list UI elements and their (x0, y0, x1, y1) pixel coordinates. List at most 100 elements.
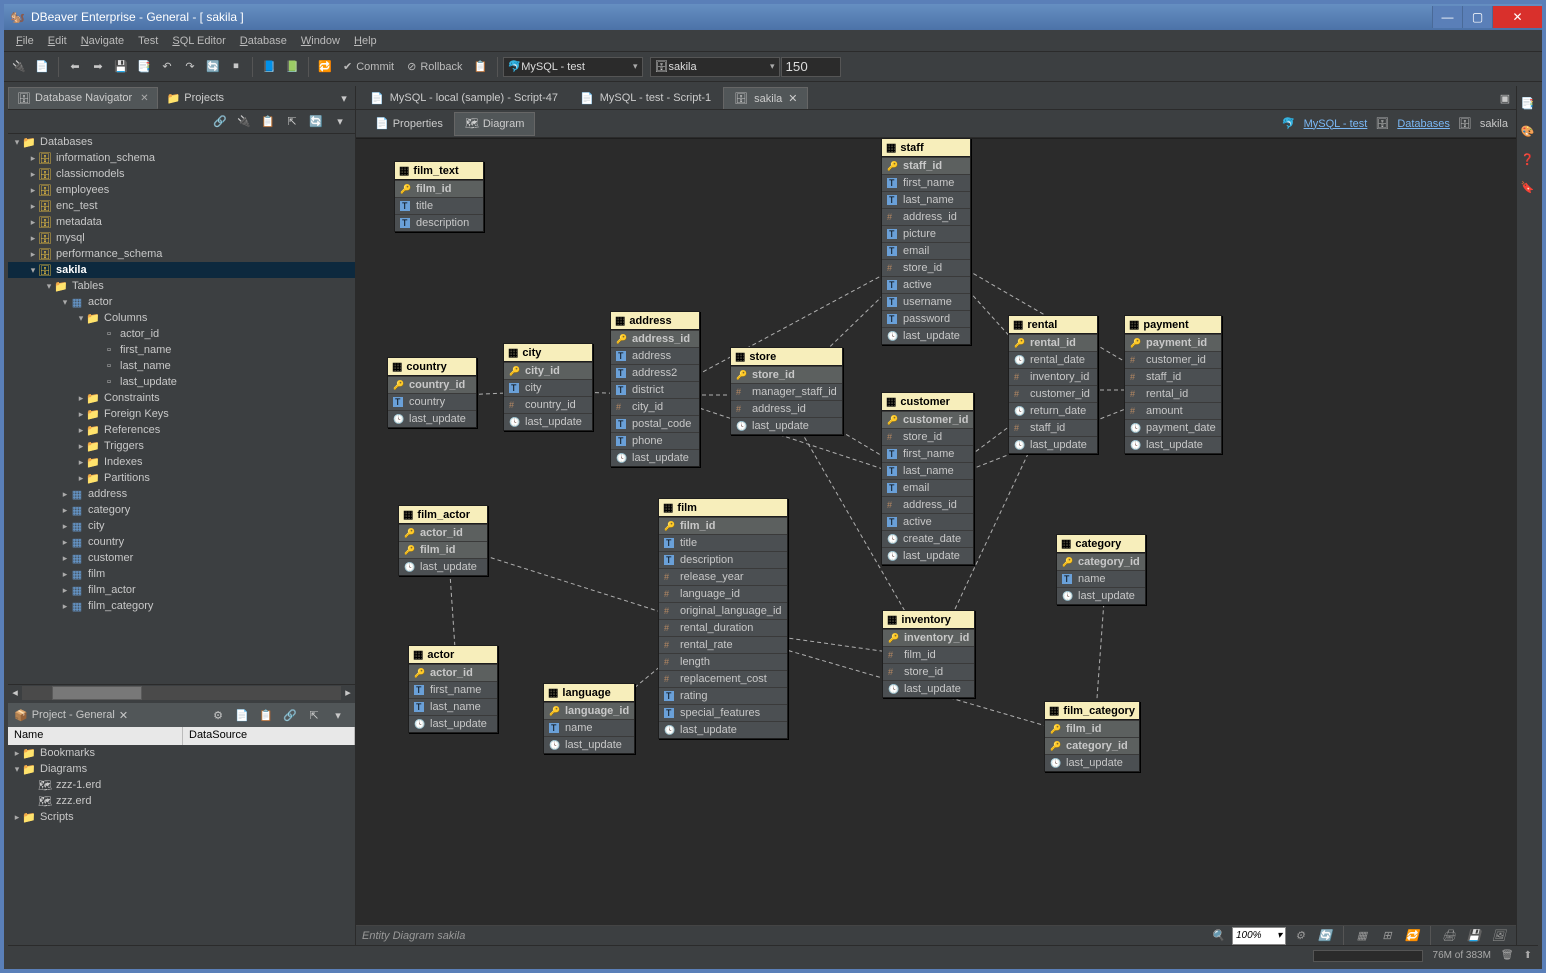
erd-table-customer[interactable]: ▦customercustomer_idstore_idfirst_namela… (881, 392, 974, 565)
erd-column-last_update[interactable]: last_update (504, 413, 592, 430)
tree-item-foreign-keys[interactable]: ▸📁Foreign Keys (8, 406, 355, 422)
erd-column-category_id[interactable]: category_id (1057, 553, 1145, 570)
erd-table-film_actor[interactable]: ▦film_actoractor_idfilm_idlast_update (398, 505, 488, 576)
erd-table-language[interactable]: ▦languagelanguage_idnamelast_update (543, 683, 635, 754)
erd-column-last_update[interactable]: last_update (388, 410, 476, 427)
menu-navigate[interactable]: Navigate (75, 33, 130, 49)
erd-column-store_id[interactable]: store_id (882, 259, 970, 276)
breadcrumb-databases[interactable]: Databases (1397, 118, 1450, 130)
erd-column-rental_id[interactable]: rental_id (1125, 385, 1221, 402)
erd-column-last_update[interactable]: last_update (1125, 436, 1221, 453)
erd-table-category[interactable]: ▦categorycategory_idnamelast_update (1056, 534, 1146, 605)
close-button[interactable]: ✕ (1492, 6, 1542, 28)
erd-table-actor[interactable]: ▦actoractor_idfirst_namelast_namelast_up… (408, 645, 498, 733)
erd-column-city_id[interactable]: city_id (504, 362, 592, 379)
refresh-tree-icon[interactable]: 🔄 (305, 111, 327, 133)
erd-column-customer_id[interactable]: customer_id (882, 411, 973, 428)
outline-icon[interactable]: 📑 (1517, 92, 1539, 114)
tree-item-indexes[interactable]: ▸📁Indexes (8, 454, 355, 470)
erd-column-payment_id[interactable]: payment_id (1125, 334, 1221, 351)
erd-column-city[interactable]: city (504, 379, 592, 396)
tree-item-film-category[interactable]: ▸▦film_category (8, 598, 355, 614)
erd-column-actor_id[interactable]: actor_id (409, 664, 497, 681)
tree-item-first-name[interactable]: ▫first_name (8, 342, 355, 358)
erd-column-address_id[interactable]: address_id (611, 330, 699, 347)
bookmarks-icon[interactable]: 🔖 (1517, 176, 1539, 198)
proj-menu-icon[interactable]: ▾ (327, 704, 349, 726)
erd-column-payment_date[interactable]: payment_date (1125, 419, 1221, 436)
tree-item-employees[interactable]: ▸🗄employees (8, 182, 355, 198)
erd-column-create_date[interactable]: create_date (882, 530, 973, 547)
erd-column-name[interactable]: name (544, 719, 634, 736)
tree-item-performance-schema[interactable]: ▸🗄performance_schema (8, 246, 355, 262)
menu-edit[interactable]: Edit (42, 33, 73, 49)
erd-column-last_name[interactable]: last_name (882, 191, 970, 208)
proj-copy-icon[interactable]: 📋 (255, 704, 277, 726)
erd-column-postal_code[interactable]: postal_code (611, 415, 699, 432)
menu-file[interactable]: File (10, 33, 40, 49)
erd-table-inventory[interactable]: ▦inventoryinventory_idfilm_idstore_idlas… (882, 610, 975, 698)
erd-column-store_id[interactable]: store_id (883, 663, 974, 680)
tree-item-last-name[interactable]: ▫last_name (8, 358, 355, 374)
tree-item-sakila[interactable]: ▾🗄sakila (8, 262, 355, 278)
close-tab-icon[interactable]: ✕ (788, 92, 797, 105)
zoom-fit-icon[interactable]: 🔍 (1207, 925, 1229, 947)
erd-image-icon[interactable]: 🖼 (1488, 925, 1510, 947)
refresh-icon[interactable]: 🔄 (202, 56, 224, 78)
erd-grid-icon[interactable]: ▦ (1351, 925, 1373, 947)
link-editor-icon[interactable]: 🔗 (209, 111, 231, 133)
editor-tab-mysql-test-script-1[interactable]: 📄 MySQL - test - Script-1 (570, 87, 721, 109)
erd-column-language_id[interactable]: language_id (659, 585, 787, 602)
erd-column-active[interactable]: active (882, 276, 970, 293)
proj-link-icon[interactable]: 🔗 (279, 704, 301, 726)
new-conn-mini-icon[interactable]: 🔌 (233, 111, 255, 133)
maximize-editor-icon[interactable]: ▣ (1494, 87, 1516, 109)
erd-column-address2[interactable]: address2 (611, 364, 699, 381)
undo-icon[interactable]: ↶ (156, 56, 178, 78)
tree-item-actor[interactable]: ▾▦actor (8, 294, 355, 310)
erd-column-last_update[interactable]: last_update (883, 680, 974, 697)
menu-database[interactable]: Database (234, 33, 293, 49)
navigator-hscroll[interactable]: ◂ ▸ (8, 684, 355, 700)
commit-button[interactable]: ✔ Commit (337, 56, 400, 78)
minimize-button[interactable]: — (1432, 6, 1462, 28)
tree-item-city[interactable]: ▸▦city (8, 518, 355, 534)
erd-column-original_language_id[interactable]: original_language_id (659, 602, 787, 619)
erd-column-last_update[interactable]: last_update (882, 547, 973, 564)
project-item-bookmarks[interactable]: ▸📁Bookmarks (8, 745, 355, 761)
erd-column-district[interactable]: district (611, 381, 699, 398)
erd-column-staff_id[interactable]: staff_id (882, 157, 970, 174)
tab-diagram[interactable]: 🗺 Diagram (454, 112, 536, 136)
nav-fwd-icon[interactable]: ➡ (87, 56, 109, 78)
sql-console-icon[interactable]: 📗 (281, 56, 303, 78)
erd-column-email[interactable]: email (882, 242, 970, 259)
erd-print-icon[interactable]: 🖨 (1438, 925, 1460, 947)
close-tab-icon[interactable]: ✕ (140, 93, 148, 104)
result-rows-field[interactable] (781, 57, 841, 77)
tree-item-country[interactable]: ▸▦country (8, 534, 355, 550)
menu-test[interactable]: Test (132, 33, 164, 49)
erd-layout-icon[interactable]: ⊞ (1376, 925, 1398, 947)
erd-column-address_id[interactable]: address_id (882, 496, 973, 513)
erd-column-amount[interactable]: amount (1125, 402, 1221, 419)
erd-column-store_id[interactable]: store_id (882, 428, 973, 445)
erd-column-country_id[interactable]: country_id (504, 396, 592, 413)
erd-column-description[interactable]: description (395, 214, 483, 231)
erd-column-rental_rate[interactable]: rental_rate (659, 636, 787, 653)
erd-column-last_update[interactable]: last_update (882, 327, 970, 344)
erd-column-first_name[interactable]: first_name (882, 174, 970, 191)
new-sql-icon[interactable]: 📄 (31, 56, 53, 78)
new-connection-icon[interactable]: 🔌 (8, 56, 30, 78)
help-icon[interactable]: ❓ (1517, 148, 1539, 170)
breadcrumb-connection[interactable]: MySQL - test (1304, 118, 1368, 130)
erd-column-city_id[interactable]: city_id (611, 398, 699, 415)
erd-column-last_update[interactable]: last_update (731, 417, 842, 434)
tree-item-information-schema[interactable]: ▸🗄information_schema (8, 150, 355, 166)
erd-column-description[interactable]: description (659, 551, 787, 568)
erd-column-address_id[interactable]: address_id (882, 208, 970, 225)
erd-column-last_update[interactable]: last_update (409, 715, 497, 732)
erd-column-inventory_id[interactable]: inventory_id (1009, 368, 1097, 385)
erd-settings-icon[interactable]: ⚙ (1289, 925, 1311, 947)
save-all-icon[interactable]: 📑 (133, 56, 155, 78)
erd-table-city[interactable]: ▦citycity_idcitycountry_idlast_update (503, 343, 593, 431)
